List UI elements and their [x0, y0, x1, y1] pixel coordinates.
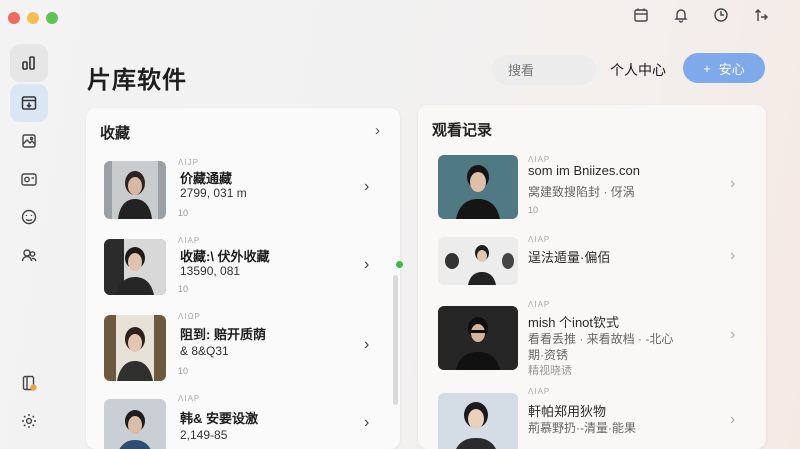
poster-thumbnail	[438, 155, 518, 219]
item-tag: ΛIAP	[178, 394, 201, 403]
notebook-icon	[22, 375, 37, 391]
chevron-right-icon: ›	[730, 326, 736, 343]
favorites-panel: 收藏 › ΛIJP 价藏通藏 2799, 031 m 10 › ΛIAP 收藏:…	[86, 108, 400, 449]
page-title: 片库软件	[87, 67, 187, 94]
item-tag: ΛIAP	[528, 387, 551, 396]
sidebar-item-notes[interactable]	[10, 364, 48, 402]
item-tag: ΛIAP	[528, 300, 551, 309]
gear-icon	[22, 414, 36, 428]
item-subtitle: & 8&Q31	[180, 344, 229, 358]
list-item[interactable]: ΛIAP som im Bniizes.con 窝建致搜陷封 · 伢涡 10 ›	[418, 155, 766, 227]
history-title: 观看记录	[432, 122, 493, 139]
camera-icon	[21, 173, 37, 186]
poster-thumbnail	[104, 315, 166, 381]
profile-link[interactable]: 个人中心	[610, 60, 666, 80]
plus-icon: +	[703, 60, 711, 76]
chevron-right-icon: ›	[730, 411, 736, 428]
add-button[interactable]: + 安心	[683, 53, 765, 83]
favorites-title: 收藏	[100, 125, 131, 142]
item-title: 阻到: 赔开质荫	[180, 327, 266, 342]
item-title: som im Bniizes.con	[528, 163, 640, 178]
item-subtitle: 窝建致搜陷封 · 伢涡	[528, 185, 635, 199]
item-tag: ΛIJP	[178, 158, 199, 167]
chevron-right-icon: ›	[364, 336, 370, 353]
list-item[interactable]: ΛIΩP 阻到: 赔开质荫 & 8&Q31 10 ›	[86, 312, 400, 384]
item-meta: 10	[178, 208, 189, 218]
chart-bars-icon	[22, 56, 35, 70]
bell-icon[interactable]	[672, 6, 690, 24]
chevron-right-icon: ›	[364, 256, 370, 273]
item-meta-secondary: 精视晓诱	[528, 365, 572, 377]
poster-thumbnail	[438, 393, 518, 449]
poster-thumbnail	[104, 239, 166, 295]
item-title: mish 个inot钦式	[528, 315, 620, 330]
download-box-icon	[21, 96, 37, 110]
item-meta: 期·资锈	[528, 348, 568, 362]
item-tag: ΛIAP	[178, 236, 201, 245]
sidebar-item-images[interactable]	[10, 122, 48, 160]
history-panel: 观看记录 ΛIAP som im Bniizes.con 窝建致搜陷封 · 伢涡…	[418, 105, 766, 449]
item-meta: 10	[178, 366, 189, 376]
smile-face-icon	[21, 209, 37, 225]
poster-thumbnail	[438, 237, 518, 285]
item-title: 軒帕郑用狄物	[528, 404, 607, 419]
toolbar-icons	[632, 6, 770, 24]
calendar-icon[interactable]	[632, 6, 650, 24]
item-title: 收藏:\ 伏外收藏	[180, 249, 270, 264]
list-item[interactable]: ΛIJP 价藏通藏 2799, 031 m 10 ›	[86, 158, 400, 230]
item-subtitle: 2,149-85	[180, 428, 228, 442]
list-item[interactable]: ΛIAP 韩& 安要设激 2,149-85 ›	[86, 394, 400, 449]
zoom-window-button[interactable]	[46, 12, 58, 24]
item-subtitle: 2799, 031 m	[180, 186, 247, 200]
list-item[interactable]: ΛIAP 收藏:\ 伏外收藏 13590, 081 10 ›	[86, 236, 400, 308]
poster-thumbnail	[438, 306, 518, 370]
chevron-right-icon: ›	[364, 178, 370, 195]
sidebar-item-stats[interactable]	[10, 44, 48, 82]
poster-thumbnail	[104, 399, 166, 449]
item-title: 逞法遁量·偏佰	[528, 250, 611, 265]
favorites-more-chevron-icon[interactable]: ›	[375, 122, 380, 139]
item-subtitle: 荊慕野扔·-清量·能果	[528, 421, 636, 435]
sidebar-item-settings[interactable]	[10, 402, 48, 440]
sidebar-item-mood[interactable]	[10, 198, 48, 236]
window-controls	[8, 12, 58, 24]
sidebar-item-library[interactable]	[10, 84, 48, 122]
search-input[interactable]	[492, 55, 596, 85]
item-title: 韩& 安要设激	[180, 411, 259, 426]
image-icon	[22, 134, 36, 148]
chevron-right-icon: ›	[730, 247, 736, 264]
minimize-window-button[interactable]	[27, 12, 39, 24]
item-meta: 10	[528, 205, 539, 215]
users-icon	[21, 249, 37, 262]
list-item[interactable]: ΛIAP 軒帕郑用狄物 荊慕野扔·-清量·能果 ›	[418, 387, 766, 449]
sidebar	[8, 44, 50, 449]
clock-icon[interactable]	[712, 6, 730, 24]
online-status-dot	[396, 261, 403, 268]
item-tag: ΛIΩP	[178, 312, 201, 321]
close-window-button[interactable]	[8, 12, 20, 24]
poster-thumbnail	[104, 161, 166, 219]
chevron-right-icon: ›	[730, 175, 736, 192]
item-subtitle: 看看丢推 · 来看故档 · -北心	[528, 332, 674, 346]
sidebar-item-friends[interactable]	[10, 236, 48, 274]
scrollbar[interactable]	[393, 275, 398, 405]
item-subtitle: 13590, 081	[180, 264, 241, 278]
list-item[interactable]: ΛIAP 逞法遁量·偏佰 ›	[418, 235, 766, 307]
chevron-right-icon: ›	[364, 414, 370, 431]
share-icon[interactable]	[752, 6, 770, 24]
sidebar-item-camera[interactable]	[10, 160, 48, 198]
add-button-label: 安心	[718, 61, 745, 77]
item-title: 价藏通藏	[180, 171, 233, 186]
item-meta: 10	[178, 284, 189, 294]
item-tag: ΛIAP	[528, 235, 551, 244]
list-item[interactable]: ΛIAP mish 个inot钦式 看看丢推 · 来看故档 · -北心 期·资锈…	[418, 300, 766, 377]
